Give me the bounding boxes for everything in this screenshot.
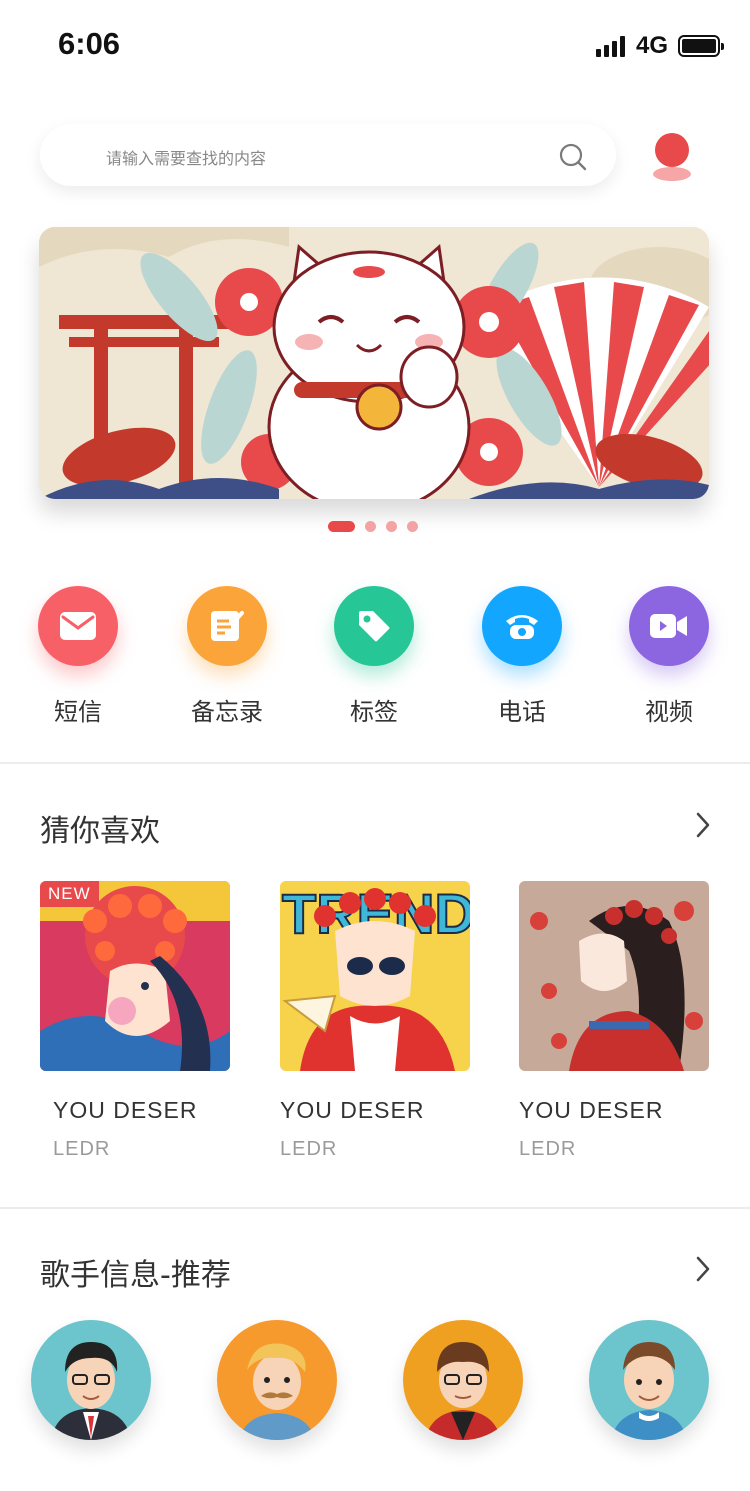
phone-icon[interactable]: [482, 586, 562, 666]
card-subtitle: LEDR: [53, 1138, 111, 1160]
user-avatar-icon[interactable]: [650, 132, 694, 182]
status-indicators: 4G: [595, 32, 724, 60]
mail-icon[interactable]: [38, 586, 118, 666]
card-subtitle: LEDR: [280, 1138, 338, 1160]
singer-avatar[interactable]: [31, 1320, 151, 1440]
quick-item-notes[interactable]: 备忘录: [167, 586, 287, 727]
singer-avatar[interactable]: [403, 1320, 523, 1440]
battery-icon: [678, 35, 724, 57]
divider: [0, 1207, 750, 1209]
new-badge: NEW: [40, 881, 99, 907]
card-item[interactable]: YOU DESER LEDR: [519, 881, 709, 1161]
note-icon[interactable]: [187, 586, 267, 666]
quick-label: 视频: [645, 698, 693, 726]
quick-label: 短信: [54, 698, 102, 726]
chevron-right-icon[interactable]: [694, 1255, 712, 1283]
carousel-indicator[interactable]: [328, 521, 418, 532]
search-icon[interactable]: [558, 142, 588, 172]
card-item[interactable]: NEW YOU DESER LEDR: [40, 881, 230, 1161]
signal-icon: [595, 35, 628, 57]
carousel-dot[interactable]: [365, 521, 376, 532]
carousel-dot[interactable]: [328, 521, 355, 532]
quick-label: 备忘录: [191, 698, 263, 726]
carousel-dot[interactable]: [407, 521, 418, 532]
video-icon[interactable]: [629, 586, 709, 666]
card-item[interactable]: TREND YOU DESER LEDR: [280, 881, 470, 1161]
card-title: YOU DESER: [53, 1097, 198, 1123]
carousel-dot[interactable]: [386, 521, 397, 532]
quick-menu: 短信 备忘录 标签 电话 视频: [0, 586, 750, 726]
card-title: YOU DESER: [280, 1097, 425, 1123]
card-subtitle: LEDR: [519, 1138, 577, 1160]
divider: [0, 762, 750, 764]
chevron-right-icon[interactable]: [694, 811, 712, 839]
status-bar: 6:06 4G: [0, 0, 750, 88]
quick-item-tags[interactable]: 标签: [314, 586, 434, 727]
section-title-singers: 歌手信息-推荐: [40, 1258, 231, 1293]
status-time: 6:06: [58, 26, 121, 61]
quick-label: 电话: [498, 698, 546, 726]
network-label: 4G: [635, 32, 668, 59]
card-title: YOU DESER: [519, 1097, 664, 1123]
card-image[interactable]: [519, 881, 709, 1071]
search-input[interactable]: 请输入需要查找的内容: [40, 124, 616, 186]
quick-item-video[interactable]: 视频: [609, 586, 729, 727]
singer-avatar[interactable]: [589, 1320, 709, 1440]
banner-image[interactable]: [39, 227, 709, 499]
tag-icon[interactable]: [334, 586, 414, 666]
section-title-guess: 猜你喜欢: [40, 814, 160, 849]
singer-avatar[interactable]: [217, 1320, 337, 1440]
quick-item-phone[interactable]: 电话: [462, 586, 582, 727]
quick-label: 标签: [350, 698, 398, 726]
card-image[interactable]: TREND: [280, 881, 470, 1071]
quick-item-sms[interactable]: 短信: [18, 586, 138, 727]
card-image[interactable]: NEW: [40, 881, 230, 1071]
search-placeholder: 请输入需要查找的内容: [106, 149, 267, 168]
